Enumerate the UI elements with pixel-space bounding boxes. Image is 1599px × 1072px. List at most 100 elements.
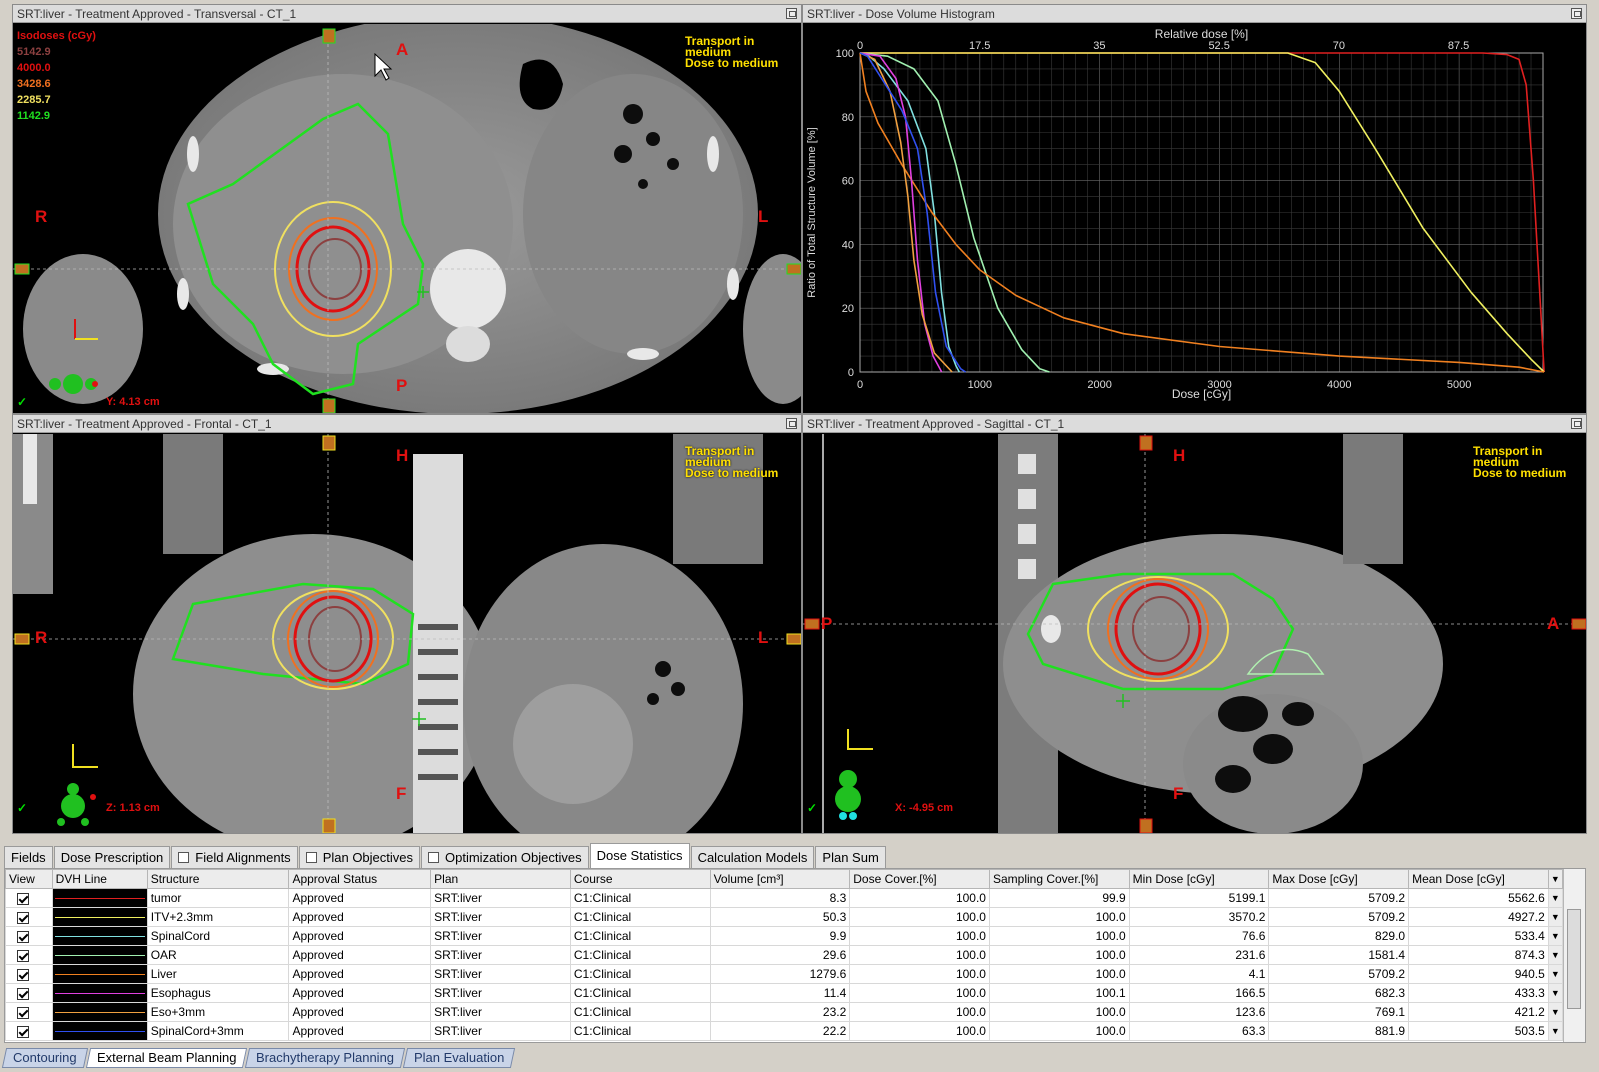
view-checkbox[interactable] — [17, 987, 29, 1000]
cell-max: 881.9 — [1268, 1021, 1410, 1041]
row-menu-icon[interactable]: ▼ — [1547, 907, 1564, 927]
scrollbar-thumb[interactable] — [1567, 909, 1581, 1009]
workspace-tab-contouring[interactable]: Contouring — [1, 1048, 88, 1068]
dvh-line-swatch[interactable] — [51, 1021, 148, 1041]
tab-checkbox[interactable] — [428, 852, 440, 863]
view-checkbox[interactable] — [17, 911, 29, 924]
dvh-line — [54, 974, 145, 975]
maximize-icon[interactable] — [786, 418, 797, 429]
cell-mean: 5562.6 — [1408, 888, 1549, 908]
tab-plan-objectives[interactable]: Plan Objectives — [298, 846, 421, 868]
dvh-line-swatch[interactable] — [51, 926, 148, 946]
column-header[interactable]: Min Dose [cGy] — [1128, 869, 1270, 889]
tab-fields[interactable]: Fields — [4, 846, 53, 868]
sagittal-title: SRT:liver - Treatment Approved - Sagitta… — [803, 415, 1586, 433]
tab-dose-prescription[interactable]: Dose Prescription — [53, 846, 171, 868]
column-menu-icon[interactable]: ▼ — [1547, 869, 1564, 889]
dvh-line — [54, 955, 145, 956]
tab-checkbox[interactable] — [305, 852, 317, 863]
isodose-level: 5142.9 — [17, 46, 51, 58]
view-cell — [5, 1002, 53, 1022]
workspace-tab-label: External Beam Planning — [96, 1050, 237, 1065]
dvh-line-swatch[interactable] — [51, 964, 148, 984]
orient-left: R — [35, 207, 48, 226]
maximize-icon[interactable] — [1571, 418, 1582, 429]
cell-sampling-cover: 100.0 — [988, 1021, 1130, 1041]
view-checkbox[interactable] — [17, 1025, 29, 1038]
cell-dose-cover: 100.0 — [849, 907, 990, 927]
tab-checkbox[interactable] — [178, 852, 190, 863]
dvh-line-swatch[interactable] — [51, 983, 148, 1003]
view-cell — [5, 907, 53, 927]
view-checkbox[interactable] — [17, 892, 29, 905]
column-header[interactable]: Volume [cm³] — [709, 869, 851, 889]
row-menu-icon[interactable]: ▼ — [1547, 964, 1564, 984]
row-menu-icon[interactable]: ▼ — [1547, 1021, 1564, 1041]
tab-optimization-objectives[interactable]: Optimization Objectives — [421, 846, 589, 868]
cell-dose-cover: 100.0 — [849, 888, 990, 908]
table-row[interactable]: SpinalCord Approved SRT:liver C1:Clinical 9.… — [5, 926, 1564, 946]
column-header[interactable]: DVH Line — [51, 869, 148, 889]
isodose-level: 1142.9 — [17, 110, 51, 122]
cell-volume: 29.6 — [709, 945, 851, 965]
transversal-canvas[interactable]: Isodoses (cGy) 5142.9 4000.0 3428.6 2285.7 1… — [13, 24, 801, 413]
column-header[interactable]: View — [5, 869, 53, 889]
cell-volume: 1279.6 — [709, 964, 851, 984]
maximize-icon[interactable] — [786, 8, 797, 19]
view-checkbox[interactable] — [17, 968, 29, 981]
table-row[interactable]: SpinalCord+3mm Approved SRT:liver C1:Clinic… — [5, 1021, 1564, 1041]
row-menu-icon[interactable]: ▼ — [1547, 926, 1564, 946]
dvh-line-swatch[interactable] — [51, 907, 148, 927]
orient-top: H — [1173, 446, 1186, 465]
dvh-line — [54, 898, 145, 899]
table-row[interactable]: tumor Approved SRT:liver C1:Clinical 8.3 100.… — [5, 888, 1564, 908]
tab-plan-sum[interactable]: Plan Sum — [815, 846, 886, 868]
column-header[interactable]: Approval Status — [288, 869, 432, 889]
column-header[interactable]: Plan — [430, 869, 571, 889]
column-header[interactable]: Course — [569, 869, 711, 889]
row-menu-icon[interactable]: ▼ — [1547, 983, 1564, 1003]
table-row[interactable]: Esophagus Approved SRT:liver C1:Clinical 11.… — [5, 983, 1564, 1003]
dvh-line-swatch[interactable] — [51, 945, 148, 965]
row-menu-icon[interactable]: ▼ — [1547, 945, 1564, 965]
frontal-canvas[interactable]: H F R L Transport in medium Dose to medi… — [13, 434, 801, 833]
view-checkbox[interactable] — [17, 1006, 29, 1019]
dvh-line-swatch[interactable] — [51, 1002, 148, 1022]
table-row[interactable]: Liver Approved SRT:liver C1:Clinical 1279.6 1… — [5, 964, 1564, 984]
cell-dose-cover: 100.0 — [849, 945, 990, 965]
frontal-view[interactable]: SRT:liver - Treatment Approved - Frontal… — [12, 414, 802, 834]
sagittal-view[interactable]: SRT:liver - Treatment Approved - Sagitta… — [802, 414, 1587, 834]
transversal-view[interactable]: SRT:liver - Treatment Approved - Transve… — [12, 4, 802, 414]
column-header[interactable]: Sampling Cover.[%] — [988, 869, 1130, 889]
table-row[interactable]: ITV+2.3mm Approved SRT:liver C1:Clinical 50.… — [5, 907, 1564, 927]
cell-dose-cover: 100.0 — [849, 983, 990, 1003]
maximize-icon[interactable] — [1571, 8, 1582, 19]
row-menu-icon[interactable]: ▼ — [1547, 888, 1564, 908]
tab-calculation-models[interactable]: Calculation Models — [690, 846, 815, 868]
check-icon: ✓ — [807, 801, 818, 815]
column-header[interactable]: Structure — [146, 869, 290, 889]
column-header[interactable]: Dose Cover.[%] — [849, 869, 990, 889]
cell-max: 1581.4 — [1268, 945, 1410, 965]
sagittal-canvas[interactable]: H F P A Transport in medium Dose to medi… — [803, 434, 1586, 833]
tab-label: Dose Prescription — [60, 849, 164, 865]
table-scrollbar[interactable] — [1563, 869, 1585, 1042]
row-menu-icon[interactable]: ▼ — [1547, 1002, 1564, 1022]
table-row[interactable]: Eso+3mm Approved SRT:liver C1:Clinical 23.2 1… — [5, 1002, 1564, 1022]
cell-max: 5709.2 — [1268, 964, 1410, 984]
dvh-view[interactable]: SRT:liver - Dose Volume Histogram 0 1000 2… — [802, 4, 1587, 414]
view-checkbox[interactable] — [17, 949, 29, 962]
tab-dose-statistics[interactable]: Dose Statistics — [589, 843, 690, 868]
workspace-tab-external-beam-planning[interactable]: External Beam Planning — [85, 1048, 248, 1068]
column-header[interactable]: Max Dose [cGy] — [1268, 869, 1410, 889]
dvh-line-swatch[interactable] — [51, 888, 148, 908]
dvh-canvas[interactable]: 0 1000 2000 3000 4000 5000 0 20 40 60 80 100 0 17.5 35… — [803, 24, 1586, 413]
column-header[interactable]: Mean Dose [cGy] — [1408, 869, 1549, 889]
workspace-tab-brachytherapy-planning[interactable]: Brachytherapy Planning — [244, 1048, 406, 1068]
isodose-title: Isodoses (cGy) — [17, 30, 96, 42]
table-row[interactable]: OAR Approved SRT:liver C1:Clinical 29.6 100.0… — [5, 945, 1564, 965]
workspace-tab-plan-evaluation[interactable]: Plan Evaluation — [402, 1048, 516, 1068]
tab-label: Calculation Models — [697, 849, 808, 865]
view-checkbox[interactable] — [17, 930, 29, 943]
tab-field-alignments[interactable]: Field Alignments — [171, 846, 298, 868]
